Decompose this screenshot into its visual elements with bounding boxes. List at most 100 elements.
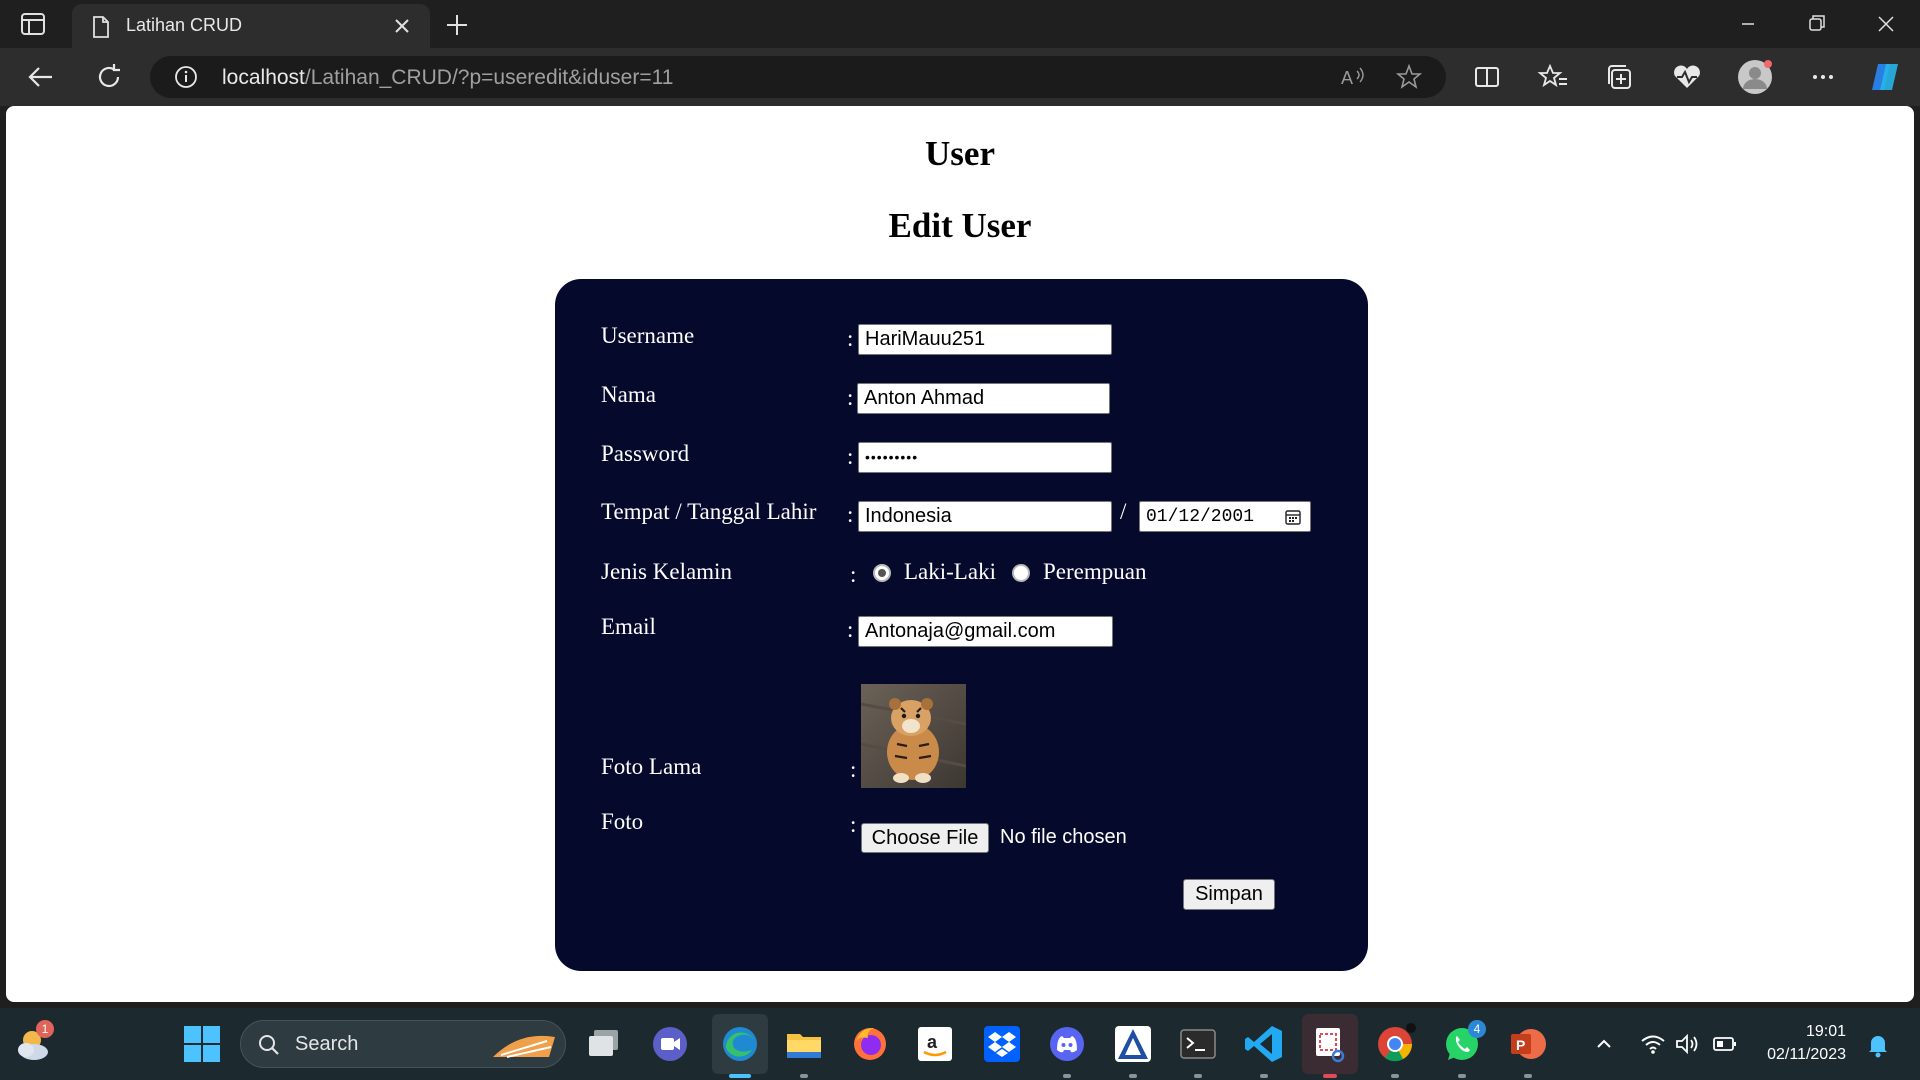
- minimize-icon[interactable]: [1728, 8, 1768, 40]
- tab-title: Latihan CRUD: [126, 15, 243, 35]
- terminal-icon[interactable]: [1176, 1022, 1220, 1066]
- tempat-lahir-field[interactable]: Indonesia: [858, 501, 1112, 532]
- search-placeholder: Search: [295, 1033, 359, 1055]
- taskbar-search-box[interactable]: Search: [240, 1020, 566, 1068]
- file-status-text: No file chosen: [1000, 826, 1127, 848]
- browser-essentials-icon[interactable]: [1670, 60, 1704, 94]
- nama-field[interactable]: Anton Ahmad: [857, 383, 1110, 414]
- edge-browser-icon[interactable]: [718, 1022, 762, 1066]
- powerpoint-icon[interactable]: P: [1506, 1022, 1550, 1066]
- snipping-tool-icon[interactable]: [1308, 1022, 1352, 1066]
- password-label: Password: [601, 441, 690, 466]
- laki-laki-label: Laki-Laki: [904, 559, 996, 584]
- url-host: localhost: [222, 66, 305, 89]
- discord-icon[interactable]: [1045, 1022, 1089, 1066]
- close-tab-icon[interactable]: [392, 16, 412, 36]
- svg-text:a: a: [927, 1032, 938, 1052]
- foto-lama-label: Foto Lama: [601, 754, 702, 779]
- email-colon: :: [847, 617, 854, 642]
- svg-text:P: P: [1516, 1037, 1525, 1053]
- edit-user-form: Username : HariMauu251 Nama : Anton Ahma…: [555, 279, 1368, 971]
- foto-colon: :: [850, 812, 857, 837]
- username-colon: :: [847, 326, 854, 351]
- laki-laki-radio[interactable]: [873, 564, 891, 582]
- split-screen-icon[interactable]: [1470, 60, 1504, 94]
- refresh-icon[interactable]: [92, 60, 126, 94]
- notification-bell-icon[interactable]: [1866, 1032, 1890, 1058]
- read-aloud-icon[interactable]: A: [1340, 65, 1366, 89]
- url-path: /Latihan_CRUD/?p=useredit&iduser=11: [304, 66, 674, 89]
- file-explorer-icon[interactable]: [782, 1022, 826, 1066]
- tanggal-lahir-date-input[interactable]: 01/12/2001: [1139, 501, 1311, 532]
- svg-text:A: A: [1341, 68, 1353, 88]
- favorite-star-icon[interactable]: [1396, 64, 1422, 90]
- dropbox-icon[interactable]: [980, 1022, 1024, 1066]
- ttl-separator: /: [1120, 499, 1127, 524]
- chrome-running-indicator: [1391, 1074, 1399, 1078]
- windows-taskbar: 1 Search a 4 P 19:01 02/11/2023: [0, 1008, 1920, 1080]
- site-info-icon[interactable]: [174, 65, 198, 89]
- volume-icon[interactable]: [1674, 1032, 1700, 1056]
- simpan-button[interactable]: Simpan: [1183, 879, 1275, 910]
- address-bar[interactable]: localhost/Latihan_CRUD/?p=useredit&iduse…: [150, 56, 1446, 98]
- browser-tab[interactable]: Latihan CRUD: [72, 4, 430, 48]
- browser-tab-bar: Latihan CRUD: [0, 0, 1920, 48]
- foto-label: Foto: [601, 809, 644, 834]
- username-field[interactable]: HariMauu251: [858, 324, 1112, 355]
- whatsapp-running-indicator: [1458, 1074, 1466, 1078]
- app-running-indicator: [1129, 1074, 1137, 1078]
- choose-file-button[interactable]: Choose File: [861, 823, 989, 853]
- email-label: Email: [601, 614, 656, 639]
- new-tab-icon[interactable]: [442, 10, 472, 40]
- copilot-icon[interactable]: [1868, 60, 1902, 94]
- calendar-icon[interactable]: [1284, 508, 1302, 526]
- firefox-icon[interactable]: [848, 1022, 892, 1066]
- clock-time: 19:01: [1805, 1023, 1846, 1040]
- snipping-tool-indicator: [1323, 1074, 1337, 1078]
- arduino-ide-icon[interactable]: [1111, 1022, 1155, 1066]
- restore-icon[interactable]: [1796, 8, 1836, 40]
- wifi-icon[interactable]: [1640, 1032, 1666, 1056]
- chrome-icon[interactable]: [1373, 1022, 1417, 1066]
- page-viewport: User Edit User Username : HariMauu251 Na…: [6, 106, 1914, 1002]
- weather-badge: 1: [36, 1020, 54, 1038]
- favorites-icon[interactable]: [1537, 60, 1571, 94]
- page-subtitle: Edit User: [888, 206, 1032, 245]
- explorer-running-indicator: [800, 1074, 808, 1078]
- tab-actions-icon[interactable]: [20, 12, 46, 36]
- nama-colon: :: [847, 385, 854, 410]
- search-highlight-illustration-icon: [493, 1035, 555, 1058]
- foto-lama-colon: :: [850, 757, 857, 782]
- vscode-icon[interactable]: [1242, 1022, 1286, 1066]
- perempuan-radio[interactable]: [1012, 564, 1030, 582]
- close-window-icon[interactable]: [1866, 8, 1906, 40]
- collections-icon[interactable]: [1603, 60, 1637, 94]
- clock-date: 02/11/2023: [1767, 1046, 1846, 1063]
- amazon-icon[interactable]: a: [913, 1022, 957, 1066]
- edge-active-indicator: [729, 1074, 751, 1078]
- terminal-running-indicator: [1194, 1074, 1202, 1078]
- whatsapp-badge: 4: [1468, 1020, 1486, 1038]
- ttl-colon: :: [847, 502, 854, 527]
- search-icon: [259, 1035, 279, 1055]
- discord-running-indicator: [1063, 1074, 1071, 1078]
- battery-icon[interactable]: [1712, 1034, 1738, 1054]
- powerpoint-running-indicator: [1524, 1074, 1532, 1078]
- email-field[interactable]: Antonaja@gmail.com: [858, 616, 1113, 647]
- page-icon: [93, 16, 109, 38]
- ttl-label: Tempat / Tanggal Lahir: [601, 499, 817, 524]
- start-windows-icon[interactable]: [180, 1022, 224, 1066]
- tanggal-lahir-value: 01/12/2001: [1146, 507, 1255, 527]
- old-photo-tiger-cub: [861, 684, 966, 788]
- password-field[interactable]: •••••••••: [858, 442, 1112, 473]
- vscode-running-indicator: [1260, 1074, 1268, 1078]
- more-options-icon[interactable]: [1806, 60, 1840, 94]
- profile-avatar-icon[interactable]: [1737, 59, 1773, 95]
- username-label: Username: [601, 323, 695, 348]
- perempuan-label: Perempuan: [1043, 559, 1147, 584]
- task-view-icon[interactable]: [582, 1022, 626, 1066]
- chevron-up-icon[interactable]: [1594, 1034, 1614, 1054]
- meet-icon[interactable]: [648, 1022, 692, 1066]
- system-clock[interactable]: 19:01 02/11/2023: [1767, 1020, 1846, 1066]
- back-icon[interactable]: [24, 60, 58, 94]
